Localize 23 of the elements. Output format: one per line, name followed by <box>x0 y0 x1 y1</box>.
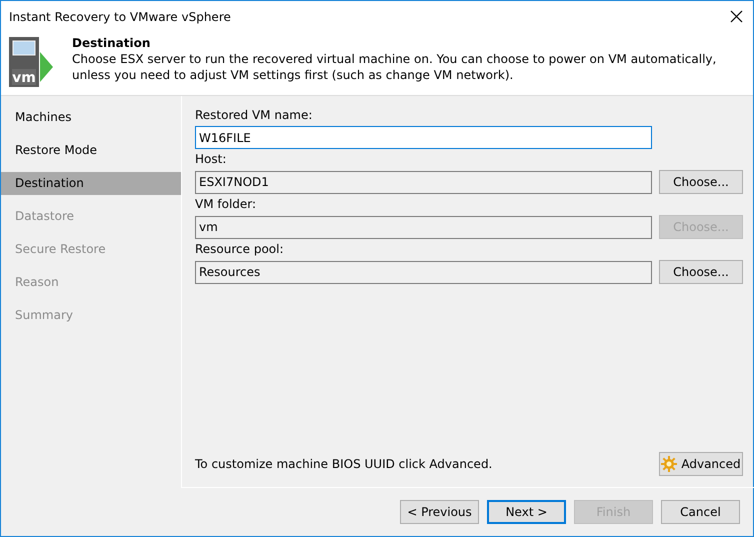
gear-icon <box>661 456 678 472</box>
step-item[interactable]: Destination <box>1 172 181 195</box>
text-field[interactable]: ESXI7NOD1 <box>195 170 652 194</box>
hint-text: To customize machine BIOS UUID click Advanced. <box>195 457 492 471</box>
text-field[interactable]: vm <box>195 216 652 238</box>
advanced-button[interactable]: Advanced <box>659 452 743 476</box>
step-item[interactable]: Machines <box>1 106 181 129</box>
field-label: Host: <box>195 151 228 168</box>
page-heading: Destination <box>72 36 152 50</box>
text-field[interactable]: Resources <box>195 260 652 284</box>
page-description: Choose ESX server to run the recovered virtual machine on. You can choose to power on VM automatically, unless you need to adjust VM settings first (such as change VM network). <box>72 51 718 83</box>
choose-button[interactable]: Choose... <box>659 170 743 194</box>
choose-button[interactable]: Choose... <box>659 260 743 284</box>
field-label: Resource pool: <box>195 241 285 258</box>
footer-button[interactable]: Next > <box>487 500 566 524</box>
footer-button[interactable]: Cancel <box>661 500 740 524</box>
text-field[interactable]: W16FILE <box>195 126 652 149</box>
field-label: Restored VM name: <box>195 107 314 124</box>
close-icon[interactable] <box>730 10 743 23</box>
window-title: Instant Recovery to VMware vSphere <box>9 10 231 24</box>
footer-button[interactable]: < Previous <box>400 500 479 524</box>
field-label: VM folder: <box>195 196 258 213</box>
step-item[interactable]: Restore Mode <box>1 139 181 162</box>
